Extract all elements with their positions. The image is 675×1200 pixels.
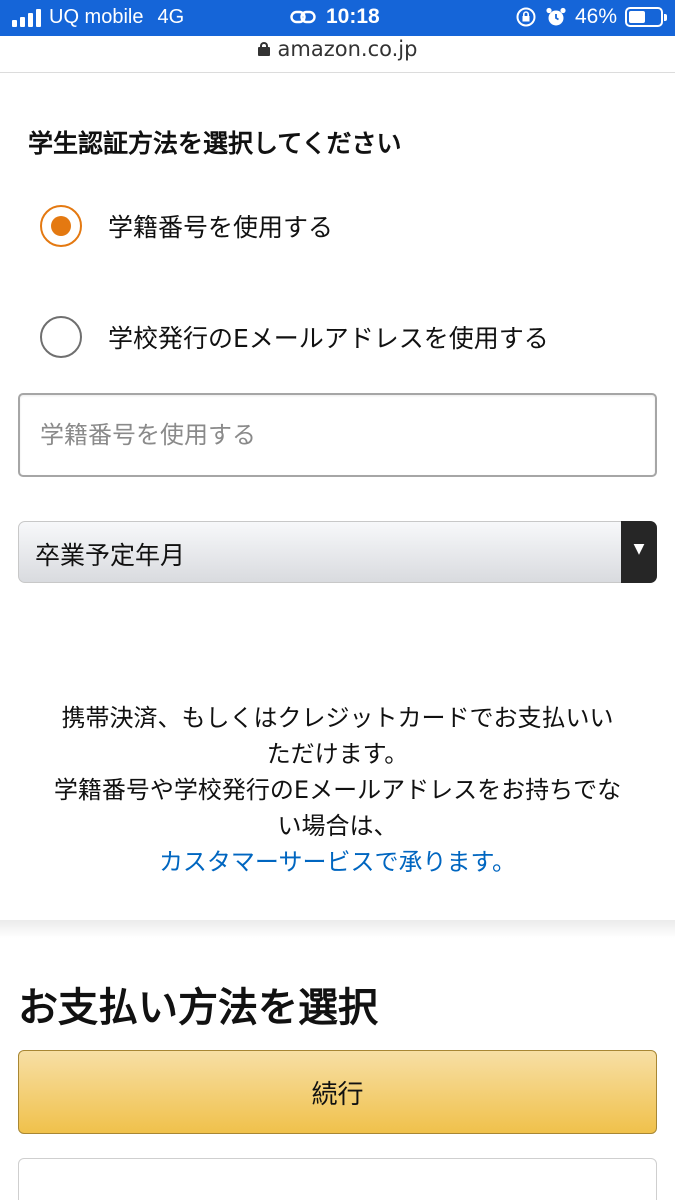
radio-label-school-email: 学校発行のEメールアドレスを使用する: [108, 324, 549, 353]
student-id-input[interactable]: [18, 393, 657, 477]
radio-option-school-email[interactable]: 学校発行のEメールアドレスを使用する: [40, 316, 549, 358]
continue-button[interactable]: 続行: [18, 1050, 657, 1134]
status-right: 46%: [515, 5, 667, 29]
payment-option-card[interactable]: [18, 1158, 657, 1200]
info-line: 学籍番号や学校発行のEメールアドレスをお持ちでな: [53, 776, 622, 804]
verification-heading: 学生認証方法を選択してください: [28, 129, 402, 158]
info-line: い場合は、: [277, 812, 398, 840]
network-type: 4G: [157, 6, 185, 28]
status-bar: UQ mobile 4G 10:18 46%: [0, 0, 675, 36]
radio-button-unselected[interactable]: [40, 316, 82, 358]
payment-method-heading: お支払い方法を選択: [18, 985, 378, 1031]
carrier-name: UQ mobile: [49, 6, 144, 28]
lock-icon: [257, 42, 270, 56]
graduation-date-select[interactable]: 卒業予定年月 ▼: [18, 521, 657, 583]
url-bar[interactable]: amazon.co.jp: [0, 36, 675, 73]
signal-icon: [12, 8, 41, 27]
battery-percent: 46%: [574, 5, 617, 28]
status-left: UQ mobile 4G: [12, 6, 184, 29]
info-line: 携帯決済、もしくはクレジットカードでお支払いい: [61, 704, 614, 732]
radio-option-student-id[interactable]: 学籍番号を使用する: [40, 205, 333, 247]
url-text: amazon.co.jp: [277, 37, 418, 61]
clock-time: 10:18: [326, 5, 380, 28]
status-center: 10:18: [290, 5, 380, 29]
link-icon: [290, 10, 316, 24]
section-divider: [0, 920, 675, 938]
customer-service-link[interactable]: カスタマーサービスで承ります。: [0, 844, 675, 880]
radio-label-student-id: 学籍番号を使用する: [108, 213, 334, 242]
radio-button-selected[interactable]: [40, 205, 82, 247]
rotation-lock-icon: [516, 7, 536, 27]
graduation-date-label: 卒業予定年月: [35, 541, 186, 570]
payment-info-text: 携帯決済、もしくはクレジットカードでお支払いい ただけます。 学籍番号や学校発行…: [0, 700, 675, 880]
battery-icon: [625, 7, 667, 27]
info-line: ただけます。: [266, 740, 409, 768]
alarm-icon: [546, 7, 566, 26]
dropdown-arrow-icon: ▼: [621, 521, 657, 583]
